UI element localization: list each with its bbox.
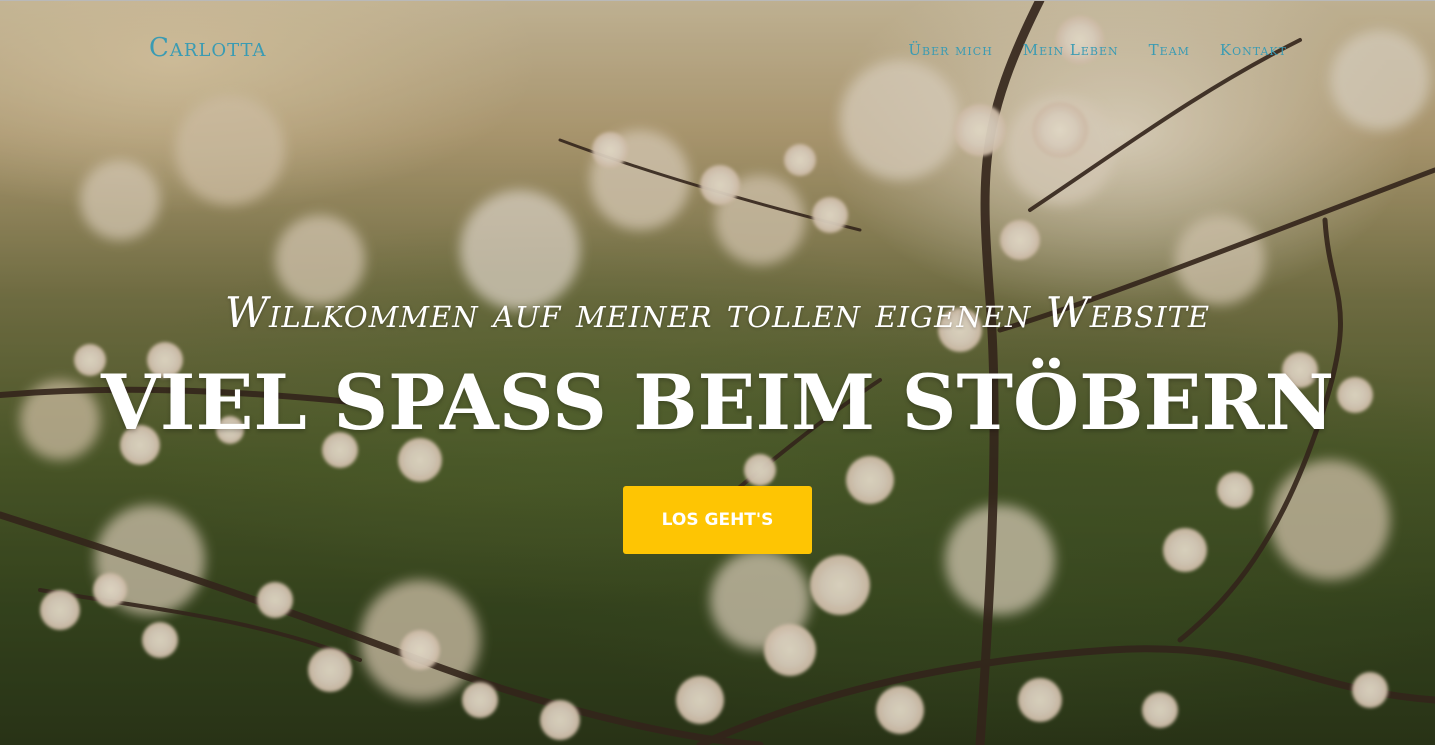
- hero-heading: VIEL SPASS BEIM STÖBERN: [100, 358, 1335, 447]
- brand-logo[interactable]: Carlotta: [149, 33, 267, 63]
- main-nav: Über mich Mein Leben Team Kontakt: [908, 41, 1287, 59]
- cta-button[interactable]: LOS GEHT'S: [623, 486, 812, 554]
- nav-item-team[interactable]: Team: [1149, 41, 1190, 59]
- nav-item-kontakt[interactable]: Kontakt: [1220, 41, 1287, 59]
- hero-subheading: Willkommen auf meiner tollen eigenen Web…: [224, 288, 1211, 337]
- hero-section: Carlotta Über mich Mein Leben Team Konta…: [0, 0, 1435, 745]
- nav-item-mein-leben[interactable]: Mein Leben: [1023, 41, 1119, 59]
- top-border: [0, 0, 1435, 1]
- nav-item-ueber-mich[interactable]: Über mich: [908, 41, 992, 59]
